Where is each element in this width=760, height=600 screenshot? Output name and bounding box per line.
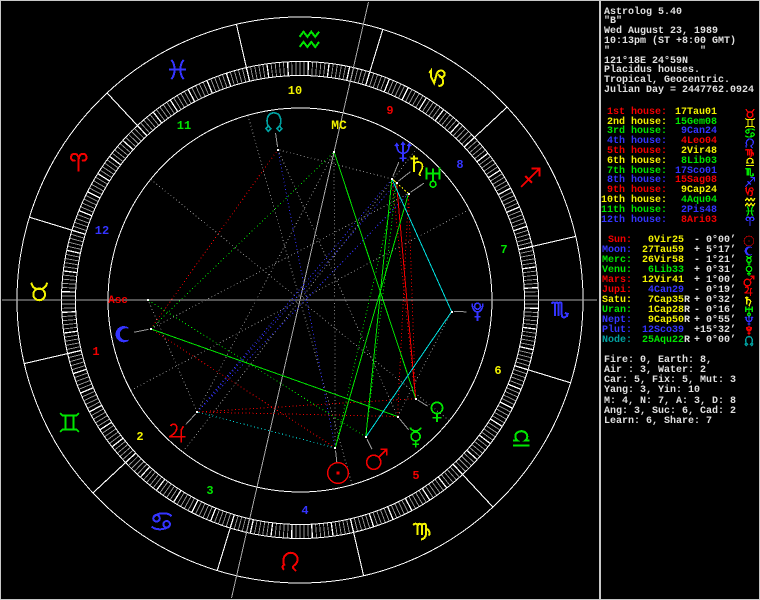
svg-text:Asc: Asc xyxy=(108,295,128,307)
svg-text:6: 6 xyxy=(494,364,501,378)
svg-text:5: 5 xyxy=(412,469,419,483)
svg-text:2: 2 xyxy=(136,430,143,444)
svg-text:8: 8 xyxy=(456,158,463,172)
svg-text:7: 7 xyxy=(500,243,507,257)
svg-text:MC: MC xyxy=(331,118,347,133)
svg-text:10: 10 xyxy=(288,84,302,98)
svg-text:9: 9 xyxy=(386,104,393,118)
svg-text:1: 1 xyxy=(92,345,99,359)
svg-text:3: 3 xyxy=(206,484,213,498)
svg-text:4: 4 xyxy=(301,504,308,518)
svg-text:11: 11 xyxy=(177,119,191,133)
svg-text:12: 12 xyxy=(95,224,109,238)
